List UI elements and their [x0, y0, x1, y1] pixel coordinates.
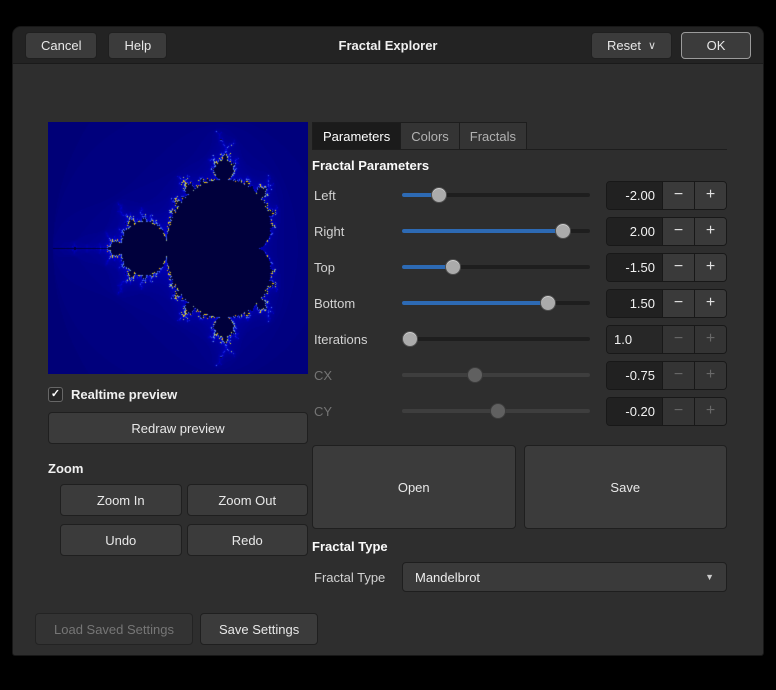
fractal-type-selected-value: Mandelbrot	[415, 570, 480, 585]
minus-icon: −	[662, 398, 694, 425]
param-row-left: Left -2.00 − +	[312, 177, 727, 213]
zoom-heading: Zoom	[48, 461, 308, 476]
slider-handle[interactable]	[540, 295, 556, 311]
top-slider[interactable]	[402, 258, 590, 276]
chevron-down-icon: ∨	[648, 39, 656, 52]
tab-fractals[interactable]: Fractals	[460, 122, 527, 149]
slider-track	[402, 337, 590, 341]
realtime-checkbox-label: Realtime preview	[71, 387, 177, 402]
bottom-value-input[interactable]: 1.50	[607, 290, 662, 317]
slider-handle[interactable]	[555, 223, 571, 239]
slider-track	[402, 193, 590, 197]
plus-icon: +	[694, 326, 726, 353]
cx-label: CX	[312, 368, 402, 383]
cy-slider	[402, 402, 590, 420]
zoom-in-button[interactable]: Zoom In	[60, 484, 182, 516]
right-value-input[interactable]: 2.00	[607, 218, 662, 245]
cx-slider	[402, 366, 590, 384]
param-row-cy: CY -0.20 − +	[312, 393, 727, 429]
save-settings-button[interactable]: Save Settings	[200, 613, 318, 645]
save-fractal-button[interactable]: Save	[524, 445, 728, 529]
slider-handle[interactable]	[445, 259, 461, 275]
settings-column: Parameters Colors Fractals Fractal Param…	[312, 122, 727, 592]
right-label: Right	[312, 224, 402, 239]
plus-icon[interactable]: +	[694, 182, 726, 209]
iterations-slider[interactable]	[402, 330, 590, 348]
right-slider[interactable]	[402, 222, 590, 240]
zoom-out-button[interactable]: Zoom Out	[187, 484, 309, 516]
plus-icon[interactable]: +	[694, 290, 726, 317]
param-row-cx: CX -0.75 − +	[312, 357, 727, 393]
minus-icon: −	[662, 326, 694, 353]
slider-handle	[467, 367, 483, 383]
fractal-type-select[interactable]: Mandelbrot ▼	[402, 562, 727, 592]
param-row-right: Right 2.00 − +	[312, 213, 727, 249]
param-row-iterations: Iterations 1.0 − +	[312, 321, 727, 357]
screen: Cancel Help Fractal Explorer Reset ∨ OK …	[0, 0, 776, 690]
realtime-checkbox[interactable]: ✓	[48, 387, 63, 402]
iterations-value-input[interactable]: 1.0	[607, 326, 662, 353]
slider-handle[interactable]	[431, 187, 447, 203]
tab-colors[interactable]: Colors	[401, 122, 460, 149]
plus-icon[interactable]: +	[694, 254, 726, 281]
cx-value-input: -0.75	[607, 362, 662, 389]
minus-icon: −	[662, 362, 694, 389]
footer: Load Saved Settings Save Settings	[35, 613, 318, 645]
tab-parameters[interactable]: Parameters	[312, 122, 401, 149]
minus-icon[interactable]: −	[662, 290, 694, 317]
reset-button[interactable]: Reset ∨	[591, 32, 672, 59]
cy-value-input: -0.20	[607, 398, 662, 425]
left-slider[interactable]	[402, 186, 590, 204]
slider-handle[interactable]	[402, 331, 418, 347]
ok-button[interactable]: OK	[681, 32, 751, 59]
dropdown-arrow-icon: ▼	[705, 572, 714, 582]
minus-icon[interactable]: −	[662, 218, 694, 245]
bottom-slider[interactable]	[402, 294, 590, 312]
tab-bar: Parameters Colors Fractals	[312, 122, 727, 150]
iterations-label: Iterations	[312, 332, 402, 347]
param-row-top: Top -1.50 − +	[312, 249, 727, 285]
load-saved-settings-button: Load Saved Settings	[35, 613, 193, 645]
preview-column: ✓ Realtime preview Redraw preview Zoom Z…	[48, 122, 308, 592]
cy-label: CY	[312, 404, 402, 419]
dialog-content: ✓ Realtime preview Redraw preview Zoom Z…	[13, 64, 763, 656]
cancel-button[interactable]: Cancel	[25, 32, 97, 59]
minus-icon[interactable]: −	[662, 254, 694, 281]
param-row-bottom: Bottom 1.50 − +	[312, 285, 727, 321]
redo-button[interactable]: Redo	[187, 524, 309, 556]
bottom-label: Bottom	[312, 296, 402, 311]
help-button[interactable]: Help	[108, 32, 167, 59]
plus-icon: +	[694, 398, 726, 425]
top-label: Top	[312, 260, 402, 275]
slider-handle	[490, 403, 506, 419]
fractal-type-heading: Fractal Type	[312, 539, 727, 554]
undo-button[interactable]: Undo	[60, 524, 182, 556]
fractal-explorer-dialog: Cancel Help Fractal Explorer Reset ∨ OK …	[12, 26, 764, 656]
open-fractal-button[interactable]: Open	[312, 445, 516, 529]
plus-icon: +	[694, 362, 726, 389]
titlebar: Cancel Help Fractal Explorer Reset ∨ OK	[13, 27, 763, 64]
slider-track	[402, 373, 590, 377]
fractal-parameters-heading: Fractal Parameters	[312, 158, 727, 173]
left-label: Left	[312, 188, 402, 203]
reset-label: Reset	[607, 38, 641, 53]
slider-track	[402, 265, 590, 269]
minus-icon[interactable]: −	[662, 182, 694, 209]
redraw-preview-button[interactable]: Redraw preview	[48, 412, 308, 444]
fractal-type-label: Fractal Type	[312, 570, 402, 585]
fractal-preview	[48, 122, 308, 374]
plus-icon[interactable]: +	[694, 218, 726, 245]
slider-track	[402, 301, 590, 305]
left-value-input[interactable]: -2.00	[607, 182, 662, 209]
top-value-input[interactable]: -1.50	[607, 254, 662, 281]
